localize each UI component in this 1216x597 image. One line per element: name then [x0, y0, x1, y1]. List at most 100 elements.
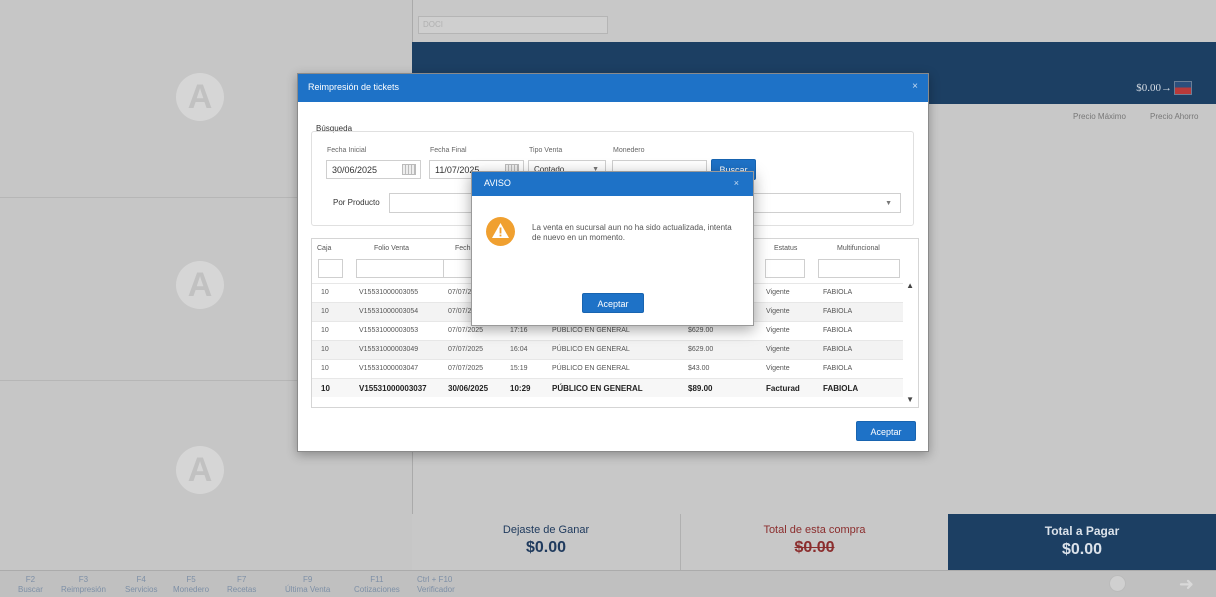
cell-hora: 16:04 [510, 346, 528, 353]
monedero-label: Monedero [613, 147, 645, 154]
filter-multifuncional[interactable] [818, 259, 900, 278]
col-folio: Folio Venta [374, 245, 410, 252]
fkey-label: Recetas [227, 585, 257, 594]
fkey-code: F5 [186, 575, 196, 584]
cell-multi: FABIOLA [823, 308, 853, 315]
cell-fecha: 07/07/2025 [448, 365, 484, 372]
fkey-label: Cotizaciones [354, 585, 400, 594]
cell-estatus: Vigente [766, 365, 790, 372]
cell-folio: V15531000003055 [359, 289, 419, 296]
cell-folio: V15531000003054 [359, 308, 419, 315]
fkey-ultima-venta[interactable]: F9 Última Venta [285, 575, 330, 595]
cell-multi: FABIOLA [823, 327, 853, 334]
cell-hora: 15:19 [510, 365, 528, 372]
close-icon[interactable]: × [734, 178, 739, 188]
cell-folio: V15531000003047 [359, 365, 419, 372]
aviso-header: AVISO × [472, 172, 753, 196]
aviso-message: La venta en sucursal aun no ha sido actu… [532, 223, 732, 242]
warning-icon [486, 217, 515, 246]
fkey-servicios[interactable]: F4 Servicios [125, 575, 157, 595]
clock-icon[interactable] [1109, 575, 1126, 592]
brand-logo: A [176, 446, 224, 494]
cell-multi: FABIOLA [823, 289, 853, 296]
por-producto-label: Por Producto [333, 198, 380, 207]
cell-estatus: Vigente [766, 327, 790, 334]
fkey-label: Verificador [417, 585, 455, 594]
fkey-cotizaciones[interactable]: F11 Cotizaciones [354, 575, 400, 595]
cell-folio: V15531000003049 [359, 346, 419, 353]
table-row[interactable]: 10 V15531000003047 07/07/2025 15:19 PÚBL… [312, 359, 903, 378]
dejaste-de-ganar: Dejaste de Ganar $0.00 [412, 514, 680, 570]
filter-caja[interactable] [318, 259, 343, 278]
fkey-code: F11 [370, 575, 384, 584]
cell-caja: 10 [321, 308, 329, 315]
cell-hora: 17:16 [510, 327, 528, 334]
col-precio-ahorro: Precio Ahorro [1150, 112, 1199, 121]
aceptar-button[interactable]: Aceptar [856, 421, 916, 441]
cell-caja: 10 [321, 384, 330, 393]
col-fecha: Fech [455, 245, 471, 252]
cell-folio: V15531000003037 [359, 384, 427, 393]
col-multifuncional: Multifuncional [837, 245, 880, 252]
cell-estatus: Vigente [766, 289, 790, 296]
scroll-down-icon[interactable]: ▼ [906, 395, 914, 404]
close-icon[interactable]: × [912, 81, 918, 92]
arrow-icon: → [1161, 82, 1172, 94]
fkey-monedero[interactable]: F5 Monedero [173, 575, 209, 595]
cell-fecha: 07/07/2025 [448, 327, 484, 334]
fkey-label: Servicios [125, 585, 158, 594]
cell-multi: FABIOLA [823, 384, 859, 393]
total-pagar-label: Total a Pagar [1044, 524, 1120, 538]
scroll-up-icon[interactable]: ▲ [906, 281, 914, 290]
modal-title: Reimpresión de tickets [308, 82, 400, 92]
col-estatus: Estatus [774, 245, 798, 252]
fkey-buscar[interactable]: F2 Buscar [18, 575, 43, 595]
cell-caja: 10 [321, 289, 329, 296]
totals-strip: Dejaste de Ganar $0.00 Total de esta com… [412, 514, 1216, 570]
fecha-inicial-label: Fecha Inicial [327, 147, 367, 154]
dejaste-label: Dejaste de Ganar [502, 524, 590, 536]
total-compra: Total de esta compra $0.00 [680, 514, 948, 570]
fkey-recetas[interactable]: F7 Recetas [227, 575, 256, 595]
cell-hora: 10:29 [510, 384, 531, 393]
fkey-reimpresion[interactable]: F3 Reimpresión [61, 575, 106, 595]
calendar-icon[interactable] [402, 164, 416, 175]
fkey-code: F7 [237, 575, 247, 584]
aviso-dialog: AVISO × La venta en sucursal aun no ha s… [471, 171, 754, 326]
table-row[interactable]: 10 V15531000003049 07/07/2025 16:04 PÚBL… [312, 340, 903, 359]
product-search-input[interactable]: DOCI [418, 16, 608, 34]
cell-cliente: PÚBLICO EN GENERAL [552, 327, 630, 334]
fecha-inicial-value: 30/06/2025 [332, 165, 378, 175]
fecha-inicial-input[interactable]: 30/06/2025 [326, 160, 421, 179]
cell-caja: 10 [321, 365, 329, 372]
cell-cliente: PÚBLICO EN GENERAL [552, 384, 643, 393]
cell-fecha: 07/07/2 [448, 308, 472, 315]
table-row[interactable]: 10 V15531000003037 30/06/2025 10:29 PÚBL… [312, 378, 903, 397]
cell-folio: V15531000003053 [359, 327, 419, 334]
total-compra-value: $0.00 [794, 539, 835, 556]
brand-logo: A [176, 73, 224, 121]
fkey-verificador[interactable]: Ctrl + F10 Verificador [417, 575, 455, 595]
aviso-aceptar-button[interactable]: Aceptar [582, 293, 644, 313]
filter-fecha[interactable] [443, 259, 473, 278]
fkey-code: F4 [136, 575, 146, 584]
modal-header: Reimpresión de tickets × [298, 74, 928, 102]
fkey-label: Última Venta [285, 585, 331, 594]
filter-estatus[interactable] [765, 259, 805, 278]
next-arrow-icon[interactable]: ➜ [1179, 574, 1194, 595]
tipo-venta-label: Tipo Venta [529, 147, 563, 154]
cell-estatus: Vigente [766, 346, 790, 353]
fkey-code: Ctrl + F10 [417, 575, 453, 584]
cell-total: $629.00 [688, 327, 714, 334]
fecha-final-label: Fecha Final [430, 147, 467, 154]
cell-total: $629.00 [688, 346, 714, 353]
total-pagar-value: $0.00 [1061, 541, 1103, 558]
fkey-label: Monedero [173, 585, 210, 594]
aviso-title: AVISO [484, 178, 511, 188]
cell-cliente: PÚBLICO EN GENERAL [552, 365, 630, 372]
cell-total: $89.00 [688, 384, 713, 393]
fkey-label: Buscar [18, 585, 43, 594]
brand-logo: A [176, 261, 224, 309]
cart-icon[interactable] [1174, 81, 1192, 95]
cell-multi: FABIOLA [823, 365, 853, 372]
